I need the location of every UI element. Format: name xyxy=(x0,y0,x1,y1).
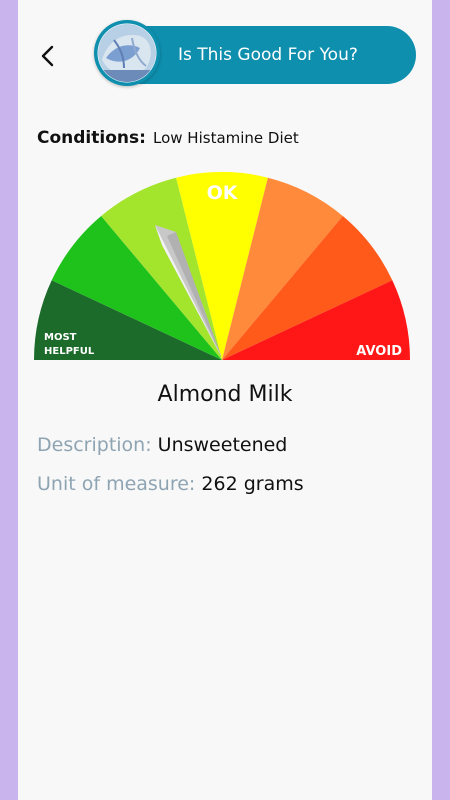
unit-row: Unit of measure: 262 grams xyxy=(37,473,304,495)
description-label: Description: xyxy=(37,434,152,456)
conditions-label: Conditions: xyxy=(37,128,146,148)
gauge-label-most: MOST xyxy=(44,332,77,343)
gauge-label-helpful: HELPFUL xyxy=(44,346,95,357)
gauge-label-ok: OK xyxy=(207,182,239,204)
avatar xyxy=(94,20,160,86)
food-image-icon xyxy=(95,21,159,85)
unit-label: Unit of measure: xyxy=(37,473,196,495)
unit-value: 262 grams xyxy=(201,473,304,495)
back-button[interactable] xyxy=(32,40,64,72)
description-value: Unsweetened xyxy=(157,434,288,456)
gauge-label-avoid: AVOID xyxy=(356,344,402,359)
app-screen: Is This Good For You? Conditions: Low Hi… xyxy=(18,0,432,800)
conditions-value: Low Histamine Diet xyxy=(153,129,299,147)
page-title: Is This Good For You? xyxy=(178,45,358,65)
chevron-left-icon xyxy=(41,45,54,67)
conditions-row: Conditions: Low Histamine Diet xyxy=(37,128,299,148)
rating-gauge: OK MOST HELPFUL AVOID xyxy=(33,172,410,360)
description-row: Description: Unsweetened xyxy=(37,434,287,456)
food-name: Almond Milk xyxy=(157,382,293,407)
